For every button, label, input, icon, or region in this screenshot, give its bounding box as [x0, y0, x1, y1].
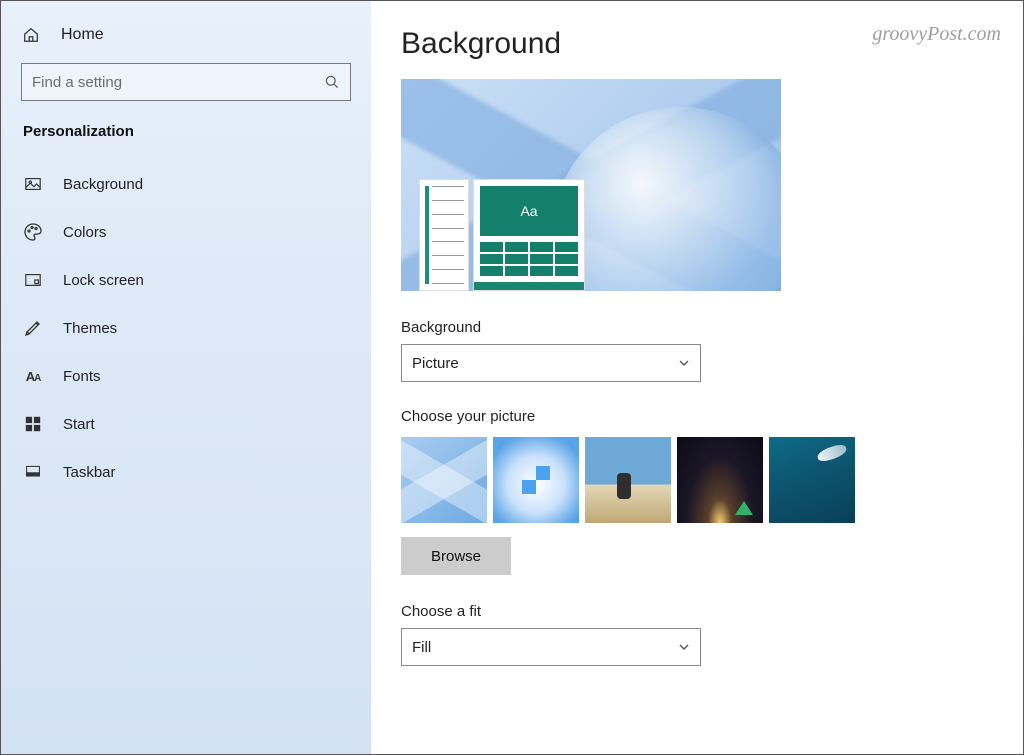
taskbar-icon [23, 462, 43, 482]
chevron-down-icon [678, 357, 690, 369]
sample-text: Aa [480, 186, 578, 236]
sidebar-item-background[interactable]: Background [1, 160, 371, 208]
sidebar-item-label: Fonts [63, 368, 101, 385]
palette-icon [23, 222, 43, 242]
home-icon [21, 25, 41, 45]
fonts-icon: AA [23, 366, 43, 386]
sidebar-item-start[interactable]: Start [1, 400, 371, 448]
chevron-down-icon [678, 641, 690, 653]
sidebar-nav: Background Colors Lock screen Themes AA … [1, 160, 371, 496]
sidebar-item-label: Background [63, 176, 143, 193]
sidebar-item-taskbar[interactable]: Taskbar [1, 448, 371, 496]
sidebar-item-label: Start [63, 416, 95, 433]
category-heading: Personalization [1, 123, 371, 160]
choose-picture-label: Choose your picture [401, 408, 993, 425]
background-select-value: Picture [412, 355, 459, 372]
main-content: groovyPost.com Background Aa Background … [371, 1, 1023, 754]
search-input[interactable] [32, 74, 324, 91]
preview-panel-right: Aa [473, 179, 585, 291]
home-link[interactable]: Home [1, 25, 371, 63]
home-label: Home [61, 26, 104, 44]
fit-select-value: Fill [412, 639, 431, 656]
picture-thumbnails [401, 437, 993, 523]
watermark: groovyPost.com [872, 23, 1001, 46]
sidebar-item-lock-screen[interactable]: Lock screen [1, 256, 371, 304]
lockscreen-icon [23, 270, 43, 290]
browse-button[interactable]: Browse [401, 537, 511, 575]
sidebar-item-label: Themes [63, 320, 117, 337]
picture-icon [23, 174, 43, 194]
sidebar-item-fonts[interactable]: AA Fonts [1, 352, 371, 400]
preview-panel-left [419, 179, 469, 291]
sidebar-item-label: Taskbar [63, 464, 116, 481]
search-input-wrapper[interactable] [21, 63, 351, 101]
sidebar-item-themes[interactable]: Themes [1, 304, 371, 352]
background-select[interactable]: Picture [401, 344, 701, 382]
fit-field-label: Choose a fit [401, 603, 993, 620]
picture-thumb-5[interactable] [769, 437, 855, 523]
sidebar-item-label: Lock screen [63, 272, 144, 289]
background-field-label: Background [401, 319, 993, 336]
search-icon [324, 74, 340, 90]
start-icon [23, 414, 43, 434]
background-preview: Aa [401, 79, 781, 291]
picture-thumb-2[interactable] [493, 437, 579, 523]
themes-icon [23, 318, 43, 338]
fit-select[interactable]: Fill [401, 628, 701, 666]
picture-thumb-4[interactable] [677, 437, 763, 523]
sidebar-item-colors[interactable]: Colors [1, 208, 371, 256]
settings-sidebar: Home Personalization Background Colors L… [1, 1, 371, 754]
picture-thumb-3[interactable] [585, 437, 671, 523]
sidebar-item-label: Colors [63, 224, 106, 241]
picture-thumb-1[interactable] [401, 437, 487, 523]
